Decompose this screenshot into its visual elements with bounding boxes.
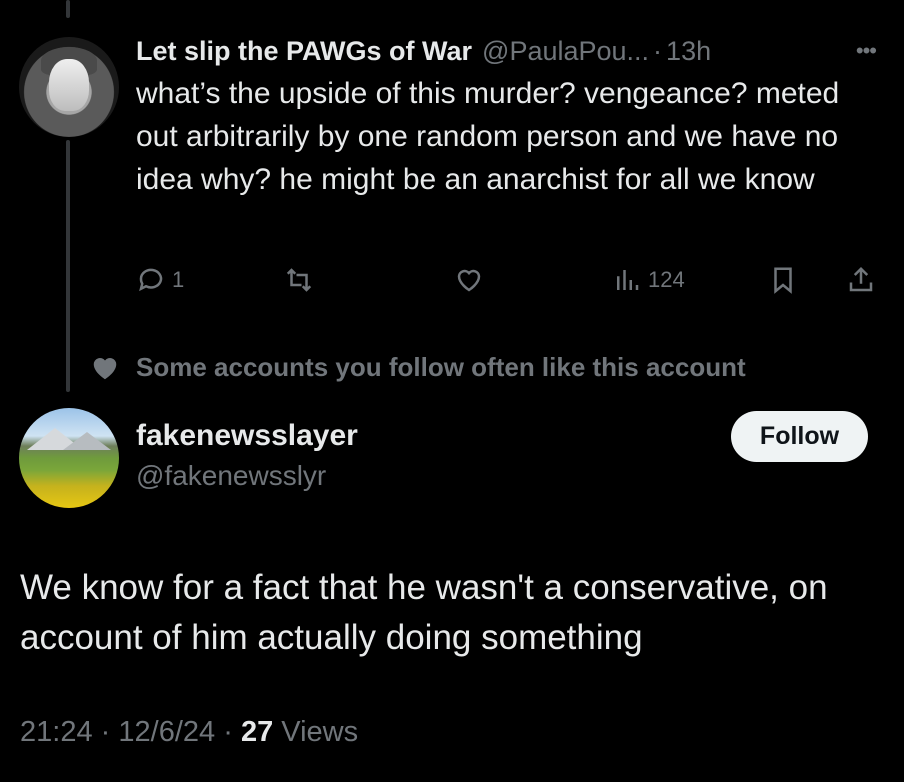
avatar[interactable] (19, 37, 119, 137)
separator: · (223, 716, 233, 748)
reply-icon (139, 268, 163, 292)
social-context-text: Some accounts you follow often like this… (136, 352, 746, 382)
reply-button[interactable]: 1 (136, 265, 184, 295)
heart-icon (93, 357, 117, 379)
follow-button[interactable]: Follow (731, 411, 868, 462)
separator: · (653, 35, 663, 66)
more-icon[interactable]: ••• (856, 38, 877, 64)
retweet-icon (286, 268, 312, 292)
like-icon (457, 269, 481, 292)
social-context: Some accounts you follow often like this… (90, 352, 746, 383)
separator: · (100, 716, 111, 748)
views-count: 124 (648, 267, 685, 292)
share-button[interactable] (846, 265, 876, 295)
tweet-time[interactable]: 21:24 (20, 716, 93, 748)
action-bar: 1 124 (136, 265, 880, 305)
views-button[interactable]: 124 (612, 265, 685, 295)
views-label: Views (281, 716, 359, 748)
retweet-button[interactable] (284, 265, 314, 295)
avatar[interactable] (19, 408, 119, 508)
tweet-date[interactable]: 12/6/24 (118, 716, 215, 748)
tweet-text: what’s the upside of this murder? vengea… (136, 77, 840, 196)
thread-line-top (66, 0, 70, 18)
bookmark-icon (774, 267, 792, 294)
author-handle[interactable]: @fakenewsslyr (136, 456, 358, 496)
tweet-header: Let slip the PAWGs of War @PaulaPou... ·… (136, 32, 876, 70)
like-button[interactable] (454, 265, 484, 295)
author-handle[interactable]: @PaulaPou... (482, 36, 649, 67)
tweet-text: We know for a fact that he wasn't a cons… (20, 568, 828, 657)
author-name[interactable]: Let slip the PAWGs of War (136, 36, 472, 67)
parent-tweet: Let slip the PAWGs of War @PaulaPou... ·… (136, 32, 877, 201)
author-block: fakenewsslayer @fakenewsslyr (136, 416, 358, 496)
views-count[interactable]: 27 (241, 716, 273, 748)
reply-count: 1 (172, 267, 185, 292)
author-name[interactable]: fakenewsslayer (136, 416, 358, 456)
views-icon (617, 270, 639, 290)
tweet-meta: 21:24 · 12/6/24 · 27 Views (20, 716, 358, 749)
thread-line (66, 140, 70, 392)
bookmark-button[interactable] (768, 265, 798, 295)
share-icon (849, 266, 873, 292)
tweet-time[interactable]: 13h (666, 36, 711, 67)
